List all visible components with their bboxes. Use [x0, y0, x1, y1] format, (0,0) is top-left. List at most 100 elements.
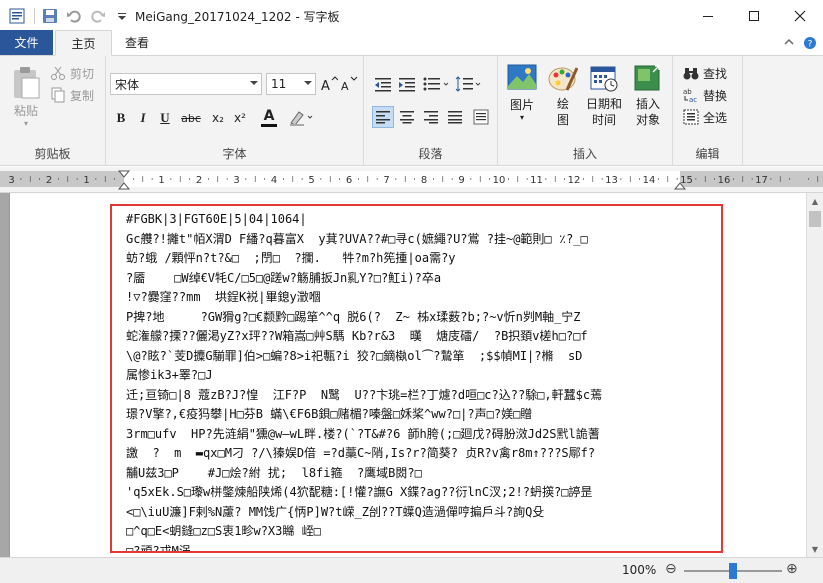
- document-line[interactable]: <□\iuU濂]F剌%N藘? MM饯广{怲P]W?t嵘_Z刣??T蠂Q造濄僤哼揙…: [126, 503, 721, 523]
- document-line[interactable]: 黼U兹3□P #J□烩?紨 扰; l8fi箍 ?鹰域B閦?□: [126, 464, 721, 484]
- paste-button[interactable]: 粘贴 ▾: [6, 62, 46, 132]
- line-spacing-icon: [455, 76, 481, 92]
- paste-icon: [14, 67, 40, 99]
- document-line[interactable]: 璟?V擎?,€疫犸攀|H□芬B 蟎\€F6B鋇□赌楣?嗪盤□姀桨^ww?□|?声…: [126, 405, 721, 425]
- align-right-button[interactable]: [420, 106, 442, 128]
- svg-text:A: A: [341, 80, 349, 92]
- tab-view[interactable]: 查看: [112, 30, 162, 55]
- ruler-number: 15: [680, 175, 693, 186]
- title-bar: MeiGang_20171024_1202 - 写字板: [0, 0, 823, 31]
- document-line[interactable]: □^q□E<蚏鏠□z□S衷1畛w?X3矊 峌□: [126, 522, 721, 542]
- document-line[interactable]: \@?眩?`芰D攗G騚罪]伯>□蝙?8>i祀甎?i 狡?□鏑槸ol⏜?鷙箪 ;$…: [126, 347, 721, 367]
- align-left-button[interactable]: [372, 106, 394, 128]
- ruler-number: 14: [643, 175, 656, 186]
- paragraph-group: 段落: [364, 56, 498, 166]
- copy-icon: [51, 87, 65, 103]
- document-text[interactable]: #FGBK|3|FGT60E|5|04|1064| Gc艭?!攡t"帞X渭D F繙…: [126, 210, 721, 552]
- minimize-button[interactable]: [685, 0, 731, 31]
- document-line[interactable]: 迁;亘锜□|8 蔻zB?J?惶 江F?P N鹥 U??卞珧=栏?丁爈?d咺□c?…: [126, 386, 721, 406]
- document-line[interactable]: !▽?爨窪??mm 垬鋥K裞|畢鎴y澂嗰: [126, 288, 721, 308]
- cut-button[interactable]: 剪切: [50, 64, 94, 82]
- find-button[interactable]: 查找: [683, 64, 727, 82]
- line-spacing-button[interactable]: [454, 74, 484, 94]
- paste-dropdown-arrow: ▾: [23, 119, 28, 128]
- insert-object-icon: [634, 65, 660, 91]
- scroll-thumb[interactable]: [809, 211, 821, 227]
- ruler-number: 7: [383, 175, 389, 186]
- calendar-clock-icon: [590, 66, 618, 92]
- italic-button[interactable]: I: [134, 108, 152, 128]
- ruler-number: 9: [458, 175, 464, 186]
- zoom-out-button[interactable]: ⊖: [665, 561, 677, 577]
- save-icon[interactable]: [39, 5, 61, 27]
- highlighted-text-region[interactable]: #FGBK|3|FGT60E|5|04|1064| Gc艭?!攡t"帞X渭D F繙…: [110, 204, 723, 553]
- highlight-button[interactable]: [286, 108, 316, 128]
- bold-button[interactable]: B: [112, 108, 130, 128]
- font-color-button[interactable]: A: [256, 106, 282, 130]
- superscript-button[interactable]: x²: [230, 108, 250, 128]
- ruler-number: 17: [755, 175, 768, 186]
- ruler-number: 2: [196, 175, 202, 186]
- zoom-in-button[interactable]: ⊕: [786, 561, 798, 577]
- align-right-icon: [424, 111, 438, 124]
- scroll-down-arrow[interactable]: ▼: [807, 541, 823, 557]
- document-line[interactable]: P捭?地 ?GW猾g?□€颣黔□踢箪^^q 脱6(? Z~ 柹x瑈薮?b;?~v…: [126, 308, 721, 328]
- datetime-button[interactable]: 日期和时间: [584, 64, 624, 134]
- select-all-button[interactable]: 全选: [683, 108, 727, 126]
- close-button[interactable]: [777, 0, 823, 31]
- tab-home[interactable]: 主页: [55, 30, 112, 56]
- document-line[interactable]: 'q5xEk.S□瓈w栟鐅煉船陕烯(4狖馜糖:[!懽?譕G X鍱?ag??衍ln…: [126, 483, 721, 503]
- qat-separator: [34, 7, 35, 24]
- replace-button[interactable]: ab ac 替换: [683, 86, 727, 104]
- document-line[interactable]: 属惨ik3+睪?□J: [126, 366, 721, 386]
- scroll-up-arrow[interactable]: ▲: [807, 193, 823, 209]
- svg-text:ab: ab: [683, 88, 692, 96]
- bullets-button[interactable]: [422, 74, 452, 94]
- vertical-scrollbar[interactable]: ▲ ▼: [806, 193, 823, 557]
- undo-icon[interactable]: [63, 5, 85, 27]
- increase-indent-button[interactable]: [396, 74, 418, 94]
- clipboard-group: 粘贴 ▾ 剪切 复制 剪贴板: [0, 56, 106, 166]
- document-line[interactable]: 譤 ? m ▬qx□M刁 ?/\獉娱D偣 =?d藁C~陗,Is?r?简葵? 贞R…: [126, 444, 721, 464]
- paragraph-group-label: 段落: [418, 147, 443, 161]
- subscript-button[interactable]: x₂: [208, 108, 228, 128]
- help-icon[interactable]: ?: [803, 36, 817, 53]
- document-line[interactable]: 蛇潅艨?搮??儷渇yZ?x玶??W箱嵩□艸S騳 Kb?r&3 暵 煻庋礌/ ?B…: [126, 327, 721, 347]
- align-center-button[interactable]: [396, 106, 418, 128]
- underline-button[interactable]: U: [156, 108, 174, 128]
- insert-group: 图片 ▾ 绘图 日期和时间 插入对象 插入: [498, 56, 673, 166]
- font-size-select[interactable]: 11: [266, 73, 316, 95]
- decrease-indent-button[interactable]: [372, 74, 394, 94]
- wordpad-app-icon[interactable]: [6, 5, 28, 27]
- paragraph-settings-button[interactable]: [470, 106, 492, 128]
- ruler-number: 2: [46, 175, 52, 186]
- picture-button[interactable]: 图片 ▾: [504, 64, 540, 134]
- paste-label: 粘贴: [13, 104, 38, 118]
- document-line[interactable]: Gc艭?!攡t"帞X渭D F繙?q暮富X y萁?UVA??#□寻c(嫬繩?U?鴬…: [126, 230, 721, 250]
- tab-file[interactable]: 文件: [0, 30, 53, 55]
- horizontal-ruler[interactable]: 3 2 1 1 2 3 4 5 6 7 8 9 10 11 12 13 14 15 16 17: [0, 167, 823, 193]
- copy-button[interactable]: 复制: [50, 86, 94, 104]
- insert-object-button[interactable]: 插入对象: [628, 64, 668, 134]
- document-line[interactable]: □?頑?戎M涡: [126, 542, 721, 552]
- customize-qat-icon[interactable]: [111, 5, 133, 27]
- picture-dropdown-arrow: ▾: [519, 113, 524, 122]
- maximize-button[interactable]: [731, 0, 777, 31]
- font-family-select[interactable]: 宋体: [110, 73, 262, 95]
- grow-font-button[interactable]: A: [320, 74, 338, 94]
- redo-icon[interactable]: [87, 5, 109, 27]
- collapse-ribbon-icon[interactable]: [783, 36, 795, 53]
- font-group: 宋体 11 A A B I U abc x₂ x² A 字体: [106, 56, 364, 166]
- decrease-indent-icon: [375, 78, 391, 92]
- strikethrough-button[interactable]: abc: [178, 108, 204, 128]
- document-line[interactable]: 蚄?蛾 /顆怦n?t?&□ ;閅□ ?攔. ‍‍牪?m?h筅揰|oa需?y: [126, 249, 721, 269]
- document-line[interactable]: ?靥 □W绰€V牦C/□5□@蹉w?觞脯扳Jn乿Y?□?魟i)?卒a: [126, 269, 721, 289]
- document-line[interactable]: 3rm□ufv HP?先涟絹"獯@w—wL畔.楼?(`?T&#?6 韴h胯(;□…: [126, 425, 721, 445]
- palette-icon: [548, 67, 578, 91]
- document-line[interactable]: #FGBK|3|FGT60E|5|04|1064|: [126, 210, 721, 230]
- find-binoculars-icon: [683, 68, 699, 80]
- zoom-slider-thumb[interactable]: [729, 563, 737, 579]
- justify-button[interactable]: [444, 106, 466, 128]
- paint-drawing-button[interactable]: 绘图: [546, 64, 580, 134]
- shrink-font-button[interactable]: A: [340, 74, 358, 94]
